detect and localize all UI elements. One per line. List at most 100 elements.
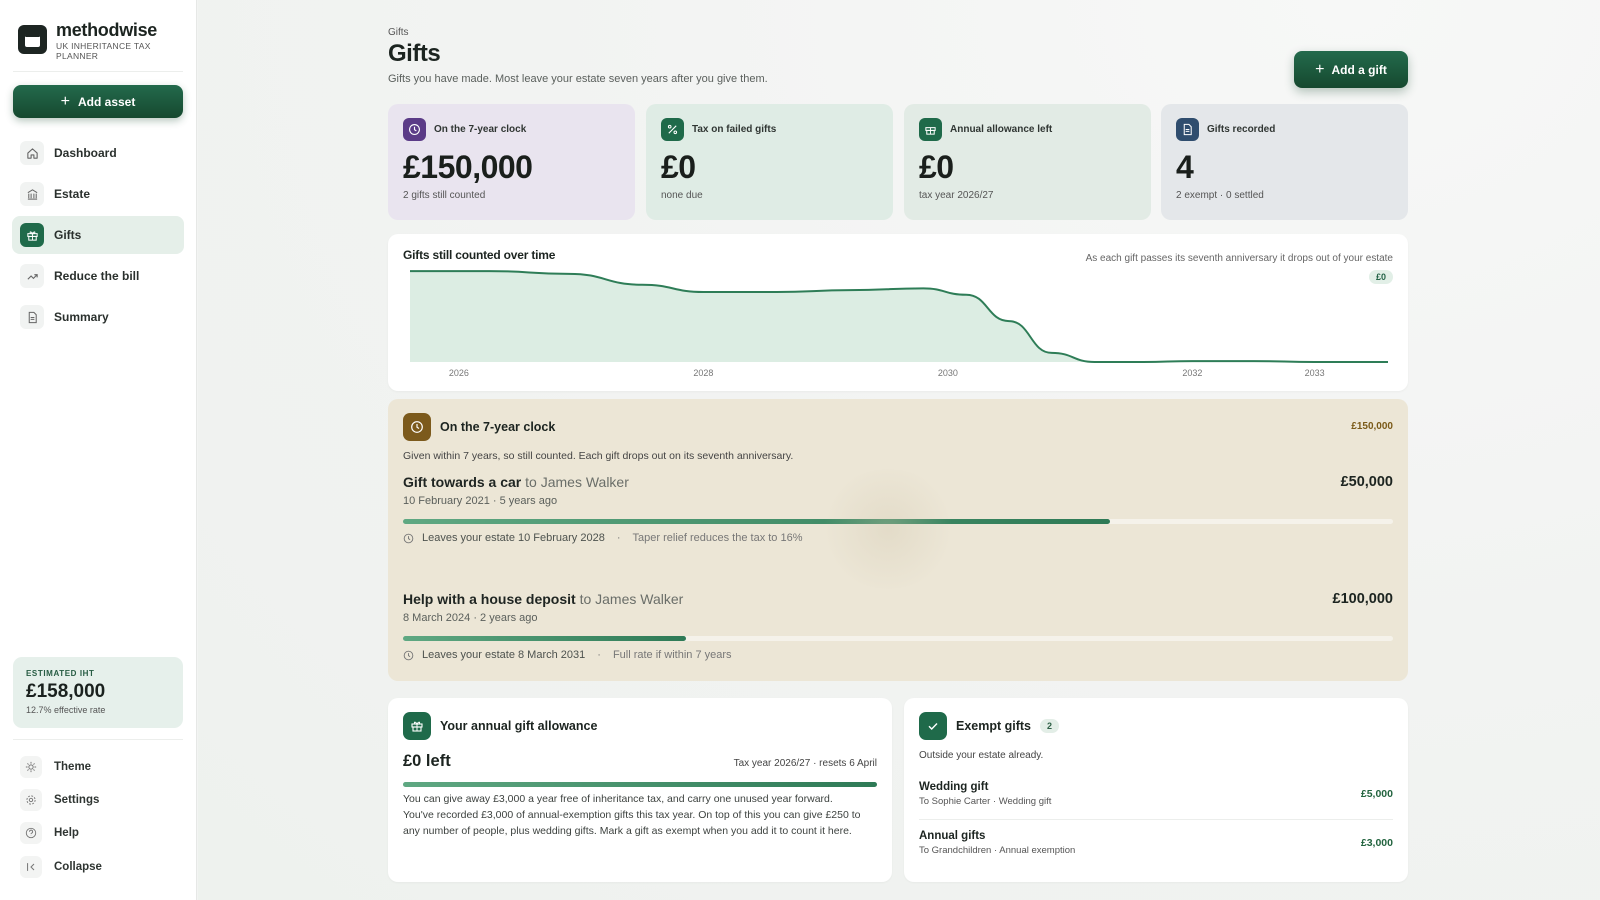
exempt-gifts-panel: Exempt gifts 2 Outside your estate alrea… [904,698,1408,882]
collapse-button[interactable]: Collapse [20,856,102,878]
allowance-explanation: You can give away £3,000 a year free of … [403,793,861,837]
exempt-gift-amount: £5,000 [1360,788,1393,800]
gear-icon [20,789,42,811]
gift-icon [403,712,431,740]
stat-card-clock: On the 7-year clock £150,000 2 gifts sti… [388,104,635,220]
help-icon [20,822,42,844]
gift-progress-bar [403,636,1393,641]
stat-label: On the 7-year clock [434,124,527,135]
add-asset-label: Add asset [77,94,136,109]
collapse-icon [20,856,42,878]
add-gift-button[interactable]: + Add a gift [1294,51,1408,88]
brand-name: methodwise [56,20,158,40]
estimated-iht-card: ESTIMATED IHT £158,000 12.7% effective r… [13,657,183,728]
exempt-gift-detail: To Sophie Carter · Wedding gift [919,796,1052,807]
sidebar-item-estate[interactable]: Estate [12,175,184,213]
exempt-title: Exempt gifts [956,719,1032,733]
seven-year-clock-panel: On the 7-year clock £150,000 Given withi… [388,399,1408,681]
sidebar-item-label: Estate [54,187,91,201]
sidebar: methodwise UK INHERITANCE TAX PLANNER + … [0,0,197,900]
gift-amount: £50,000 [1340,474,1393,490]
area-chart: 2026 2028 2030 2032 2033 [410,270,1388,378]
gift-name: Help with a house deposit [403,591,576,607]
settings-button[interactable]: Settings [20,789,99,811]
plus-icon: + [60,92,70,110]
stat-card-tax: Tax on failed gifts £0 none due [646,104,893,220]
sidebar-item-reduce-the-bill[interactable]: Reduce the bill [12,257,184,295]
theme-button[interactable]: Theme [20,756,91,778]
trend-icon [20,264,44,288]
clock-icon [403,533,414,543]
gift-footer: Leaves your estate 10 February 2028 · Ta… [403,532,1393,544]
gift-recipient: to James Walker [579,591,684,607]
page-subtitle: Gifts you have made. Most leave your est… [388,73,768,85]
document-icon [1176,118,1199,141]
gift-recipient: to James Walker [525,474,629,490]
gift-meta: 10 February 2021 · 5 years ago [403,495,558,507]
check-icon [919,712,947,740]
exempt-header: Exempt gifts 2 [956,719,1060,733]
allowance-progress-bar [403,782,877,787]
gift-amount: £100,000 [1332,591,1393,607]
sidebar-item-summary[interactable]: Summary [12,298,184,336]
x-tick-label: 2028 [693,368,713,378]
stat-sub: 2 exempt · 0 settled [1176,190,1264,201]
gift-title: Help with a house deposit to James Walke… [403,591,1393,607]
breadcrumb[interactable]: Gifts [388,27,409,38]
help-button[interactable]: Help [20,822,79,844]
estimated-iht-value: £158,000 [26,681,106,702]
gift-note: Taper relief reduces the tax to 16% [632,532,803,544]
sidebar-item-dashboard[interactable]: Dashboard [12,134,184,172]
x-tick-label: 2032 [1182,368,1202,378]
sidebar-item-gifts[interactable]: Gifts [12,216,184,254]
stat-sub: none due [661,190,703,201]
document-icon [20,305,44,329]
exempt-gift-detail: To Grandchildren · Annual exemption [919,845,1076,856]
exempt-gift-row[interactable]: Annual gifts To Grandchildren · Annual e… [919,830,1393,856]
gift-title: Gift towards a car to James Walker [403,474,1393,490]
collapse-label: Collapse [54,861,102,873]
x-tick-label: 2026 [449,368,469,378]
sidebar-divider [13,71,183,72]
allowance-tax-year: Tax year 2026/27 · resets 6 April [733,758,877,769]
brand-tagline: UK INHERITANCE TAX PLANNER [56,41,151,61]
theme-label: Theme [54,761,92,773]
sidebar-item-label: Gifts [54,228,82,242]
gift-item[interactable]: Gift towards a car to James Walker £50,0… [403,474,1393,544]
exempt-count-badge: 2 [1040,719,1060,733]
add-asset-button[interactable]: + Add asset [13,85,183,118]
clock-icon [403,650,414,660]
exempt-gift-row[interactable]: Wedding gift To Sophie Carter · Wedding … [919,781,1393,807]
stat-label: Gifts recorded [1207,124,1276,135]
page-title: Gifts [388,40,441,67]
gift-name: Gift towards a car [403,474,522,490]
gift-icon [919,118,942,141]
clock-icon [403,118,426,141]
brand: methodwise UK INHERITANCE TAX PLANNER [18,20,157,61]
stat-sub: 2 gifts still counted [403,190,486,201]
chart-panel: Gifts still counted over time As each gi… [388,234,1408,391]
logo-icon [18,25,47,54]
chart-area-fill [410,271,1388,362]
exempt-gift-name: Annual gifts [919,830,986,842]
estimated-iht-label: ESTIMATED IHT [26,669,95,678]
sidebar-item-label: Reduce the bill [54,269,140,283]
home-icon [20,141,44,165]
estimated-iht-rate: 12.7% effective rate [26,705,106,715]
bank-icon [20,182,44,206]
x-tick-label: 2033 [1305,368,1325,378]
sidebar-item-label: Dashboard [54,146,117,160]
sidebar-divider [13,739,183,740]
gift-leaves: Leaves your estate 8 March 2031 [422,649,586,661]
gift-meta: 8 March 2024 · 2 years ago [403,612,538,624]
gift-item[interactable]: Help with a house deposit to James Walke… [403,591,1393,661]
stat-sub: tax year 2026/27 [919,190,994,201]
percent-icon [661,118,684,141]
stat-value: £0 [919,149,954,185]
gift-footer: Leaves your estate 8 March 2031 · Full r… [403,649,1393,661]
add-gift-label: Add a gift [1331,62,1387,77]
sun-icon [20,756,42,778]
stat-value: £150,000 [403,149,533,185]
exempt-subtitle: Outside your estate already. [919,750,1044,761]
allowance-title: Your annual gift allowance [440,719,598,733]
